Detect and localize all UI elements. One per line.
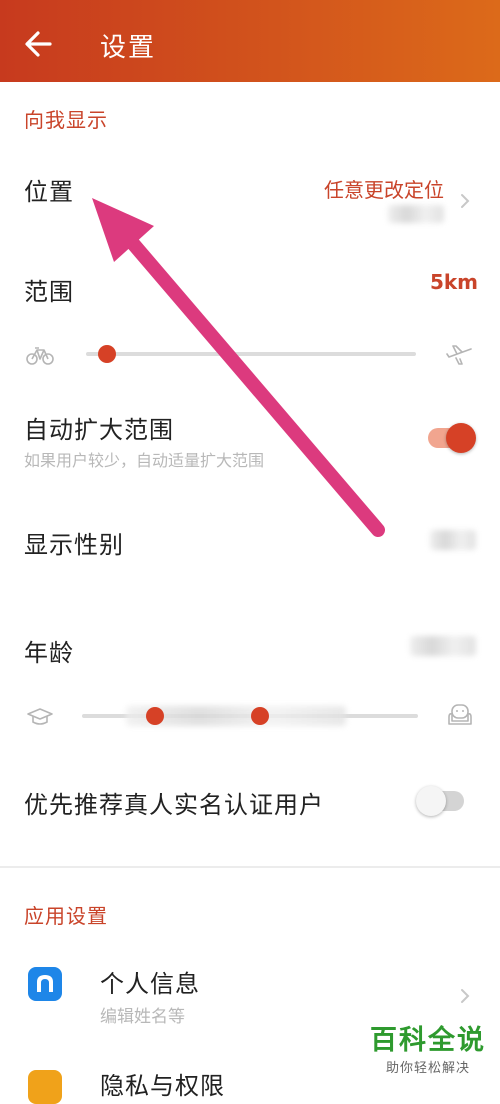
chevron-right-icon	[461, 989, 470, 1003]
age-range-slider[interactable]	[82, 702, 418, 732]
blurred-gender-value	[430, 530, 476, 550]
prefer-verified-toggle[interactable]	[416, 786, 464, 816]
page-title: 设置	[100, 33, 157, 63]
range-label: 范围	[24, 278, 74, 306]
range-slider-track	[86, 352, 416, 356]
arrow-left-icon	[25, 31, 52, 57]
prefer-verified-toggle-knob	[416, 786, 446, 816]
range-value: 5km	[429, 270, 478, 294]
location-value: 任意更改定位	[324, 178, 444, 202]
personal-info-title: 个人信息	[100, 970, 200, 998]
user-badge-icon	[37, 975, 53, 992]
bicycle-icon	[26, 347, 54, 365]
age-label: 年龄	[24, 639, 74, 667]
armchair-icon	[448, 704, 472, 725]
section-title-app-settings: 应用设置	[24, 904, 108, 928]
watermark: 百科全说 助你轻松解决	[370, 1018, 486, 1076]
auto-expand-toggle[interactable]	[428, 423, 476, 453]
personal-info-app-icon	[28, 967, 62, 1001]
section-title-show-to-me: 向我显示	[24, 108, 108, 132]
section-divider	[0, 866, 500, 868]
age-slider-min-thumb[interactable]	[145, 707, 164, 725]
back-button[interactable]	[14, 20, 62, 68]
privacy-app-icon	[28, 1070, 62, 1104]
age-slider-max-thumb[interactable]	[250, 707, 269, 725]
blurred-location-text	[388, 205, 444, 223]
personal-info-subtitle: 编辑姓名等	[100, 1007, 185, 1027]
show-gender-label: 显示性别	[24, 531, 124, 559]
airplane-icon	[446, 345, 472, 365]
privacy-title: 隐私与权限	[100, 1072, 225, 1100]
auto-expand-toggle-knob	[446, 423, 476, 453]
watermark-sub-text: 助你轻松解决	[385, 1061, 470, 1076]
blurred-age-value	[410, 636, 476, 656]
app-header: 设置	[0, 0, 500, 82]
graduation-cap-icon	[27, 708, 53, 725]
range-slider[interactable]	[82, 340, 418, 370]
chevron-right-icon	[461, 194, 470, 208]
location-row[interactable]: 位置 任意更改定位	[0, 150, 500, 240]
auto-expand-description: 如果用户较少，自动适量扩大范围	[24, 451, 265, 470]
watermark-main-text: 百科全说	[370, 1025, 486, 1056]
range-slider-thumb[interactable]	[98, 345, 117, 363]
location-label: 位置	[24, 178, 74, 206]
auto-expand-label: 自动扩大范围	[24, 416, 174, 444]
prefer-verified-label: 优先推荐真人实名认证用户	[24, 791, 324, 819]
